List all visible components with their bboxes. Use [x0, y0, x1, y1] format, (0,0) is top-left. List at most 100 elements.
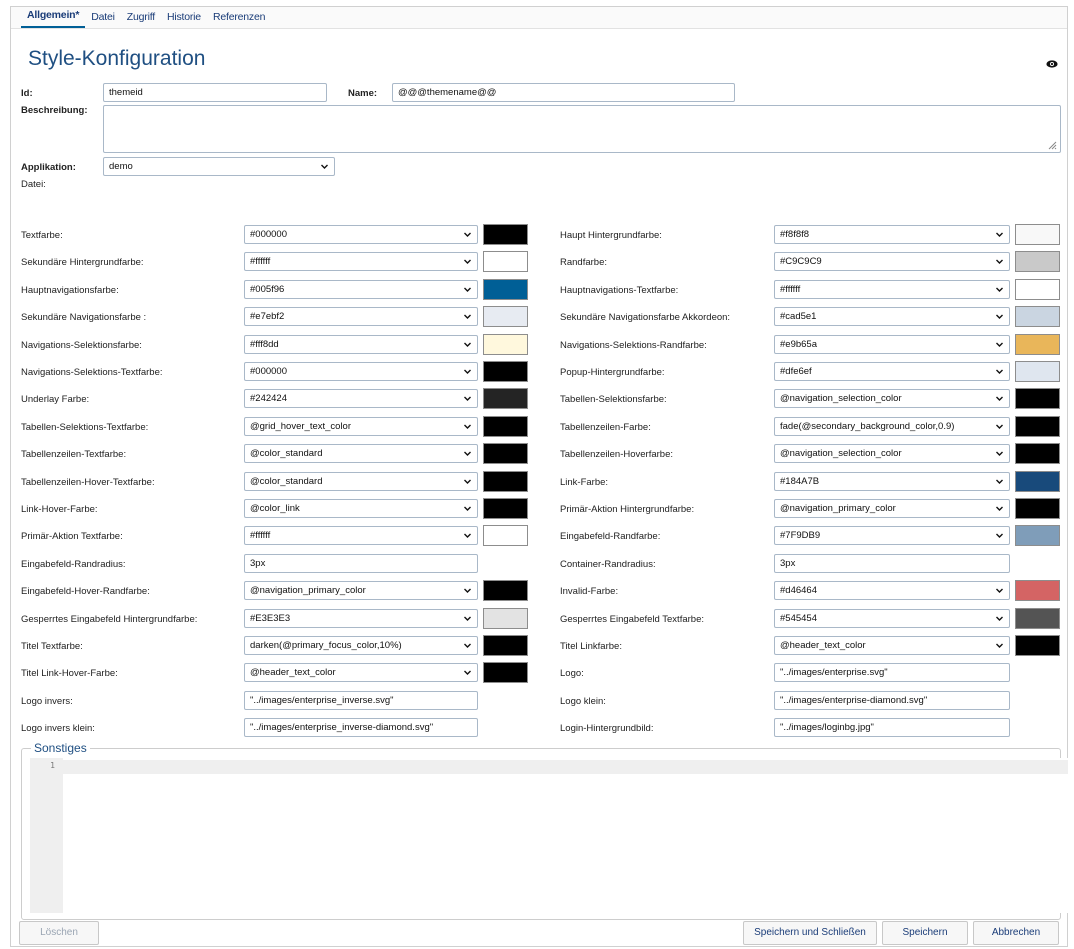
chevron-down-icon	[464, 369, 471, 374]
tab-zugriff[interactable]: Zugriff	[121, 8, 161, 28]
left-field-label: Logo invers:	[21, 696, 73, 707]
right-color-swatch[interactable]	[1015, 306, 1060, 327]
right-color-swatch[interactable]	[1015, 251, 1060, 272]
left-color-swatch[interactable]	[483, 635, 528, 656]
color-select-value: #cad5e1	[780, 311, 817, 322]
right-color-swatch[interactable]	[1015, 608, 1060, 629]
color-select-value: @header_text_color	[250, 667, 336, 678]
right-color-swatch[interactable]	[1015, 471, 1060, 492]
right-color-select[interactable]: #f8f8f8	[774, 225, 1010, 244]
left-color-swatch[interactable]	[483, 334, 528, 355]
left-color-swatch[interactable]	[483, 608, 528, 629]
left-color-select[interactable]: @header_text_color	[244, 663, 478, 682]
left-color-select[interactable]: @navigation_primary_color	[244, 581, 478, 600]
tab-historie[interactable]: Historie	[161, 8, 207, 28]
left-color-swatch[interactable]	[483, 251, 528, 272]
right-color-select[interactable]: @navigation_selection_color	[774, 444, 1010, 463]
left-color-select[interactable]: #000000	[244, 225, 478, 244]
left-field-label: Eingabefeld-Randradius:	[21, 559, 126, 570]
delete-button[interactable]: Löschen	[19, 921, 99, 945]
right-color-swatch[interactable]	[1015, 361, 1060, 382]
right-color-select[interactable]: @header_text_color	[774, 636, 1010, 655]
save-and-close-button[interactable]: Speichern und Schließen	[743, 921, 877, 945]
application-label: Applikation:	[21, 162, 76, 173]
right-color-swatch[interactable]	[1015, 334, 1060, 355]
left-color-select[interactable]: darken(@primary_focus_color,10%)	[244, 636, 478, 655]
left-color-select[interactable]: #005f96	[244, 280, 478, 299]
right-color-swatch[interactable]	[1015, 443, 1060, 464]
left-color-swatch[interactable]	[483, 388, 528, 409]
right-color-select[interactable]: #ffffff	[774, 280, 1010, 299]
right-text-input[interactable]: "../images/enterprise.svg"	[774, 663, 1010, 682]
right-color-swatch[interactable]	[1015, 525, 1060, 546]
left-color-select[interactable]: #E3E3E3	[244, 609, 478, 628]
right-color-select[interactable]: #545454	[774, 609, 1010, 628]
code-editor[interactable]: 1	[30, 758, 1068, 913]
left-color-swatch[interactable]	[483, 525, 528, 546]
left-field-label: Hauptnavigationsfarbe:	[21, 285, 119, 296]
left-color-swatch[interactable]	[483, 224, 528, 245]
right-field-label: Invalid-Farbe:	[560, 586, 619, 597]
right-color-select[interactable]: fade(@secondary_background_color,0.9)	[774, 417, 1010, 436]
right-color-swatch[interactable]	[1015, 635, 1060, 656]
tab-bar: Allgemein* Datei Zugriff Historie Refere…	[11, 7, 1067, 29]
left-text-input[interactable]: 3px	[244, 554, 478, 573]
left-color-select[interactable]: #e7ebf2	[244, 307, 478, 326]
eye-icon[interactable]	[1046, 60, 1058, 68]
left-color-swatch[interactable]	[483, 471, 528, 492]
left-color-select[interactable]: #fff8dd	[244, 335, 478, 354]
left-color-swatch[interactable]	[483, 279, 528, 300]
right-color-select[interactable]: #7F9DB9	[774, 526, 1010, 545]
right-color-select[interactable]: #C9C9C9	[774, 252, 1010, 271]
id-input[interactable]: themeid	[103, 83, 327, 102]
right-color-swatch[interactable]	[1015, 580, 1060, 601]
left-color-select[interactable]: #ffffff	[244, 252, 478, 271]
right-text-input[interactable]: "../images/loginbg.jpg"	[774, 718, 1010, 737]
chevron-down-icon	[464, 616, 471, 621]
cancel-button[interactable]: Abbrechen	[973, 921, 1059, 945]
right-text-input[interactable]: "../images/enterprise-diamond.svg"	[774, 691, 1010, 710]
chevron-down-icon	[464, 533, 471, 538]
left-color-swatch[interactable]	[483, 361, 528, 382]
right-color-swatch[interactable]	[1015, 279, 1060, 300]
application-select[interactable]: demo	[103, 157, 335, 176]
right-color-swatch[interactable]	[1015, 388, 1060, 409]
right-text-input[interactable]: 3px	[774, 554, 1010, 573]
left-color-swatch[interactable]	[483, 306, 528, 327]
right-color-select[interactable]: #d46464	[774, 581, 1010, 600]
left-color-swatch[interactable]	[483, 580, 528, 601]
chevron-down-icon	[464, 451, 471, 456]
right-color-select[interactable]: @navigation_selection_color	[774, 389, 1010, 408]
tab-referenzen[interactable]: Referenzen	[207, 8, 271, 28]
left-color-swatch[interactable]	[483, 443, 528, 464]
resize-handle-icon[interactable]	[1047, 140, 1057, 150]
right-color-select[interactable]: #dfe6ef	[774, 362, 1010, 381]
left-text-input[interactable]: "../images/enterprise_inverse.svg"	[244, 691, 478, 710]
left-color-select[interactable]: @color_link	[244, 499, 478, 518]
left-color-select[interactable]: @color_standard	[244, 472, 478, 491]
right-field-label: Logo klein:	[560, 696, 606, 707]
right-color-swatch[interactable]	[1015, 224, 1060, 245]
right-color-select[interactable]: #cad5e1	[774, 307, 1010, 326]
save-button[interactable]: Speichern	[882, 921, 968, 945]
right-color-swatch[interactable]	[1015, 416, 1060, 437]
left-color-swatch[interactable]	[483, 416, 528, 437]
right-color-swatch[interactable]	[1015, 498, 1060, 519]
left-color-select[interactable]: @grid_hover_text_color	[244, 417, 478, 436]
left-color-swatch[interactable]	[483, 662, 528, 683]
tab-datei[interactable]: Datei	[85, 8, 121, 28]
left-color-select[interactable]: #000000	[244, 362, 478, 381]
description-textarea[interactable]	[103, 105, 1061, 153]
left-color-select[interactable]: #ffffff	[244, 526, 478, 545]
left-text-input[interactable]: "../images/enterprise_inverse-diamond.sv…	[244, 718, 478, 737]
tab-allgemein[interactable]: Allgemein*	[21, 6, 86, 28]
left-color-select[interactable]: #242424	[244, 389, 478, 408]
chevron-down-icon	[996, 424, 1003, 429]
editor-current-line[interactable]	[63, 760, 1068, 774]
right-color-select[interactable]: #e9b65a	[774, 335, 1010, 354]
left-color-swatch[interactable]	[483, 498, 528, 519]
right-color-select[interactable]: #184A7B	[774, 472, 1010, 491]
name-input[interactable]: @@@themename@@	[392, 83, 735, 102]
right-color-select[interactable]: @navigation_primary_color	[774, 499, 1010, 518]
left-color-select[interactable]: @color_standard	[244, 444, 478, 463]
